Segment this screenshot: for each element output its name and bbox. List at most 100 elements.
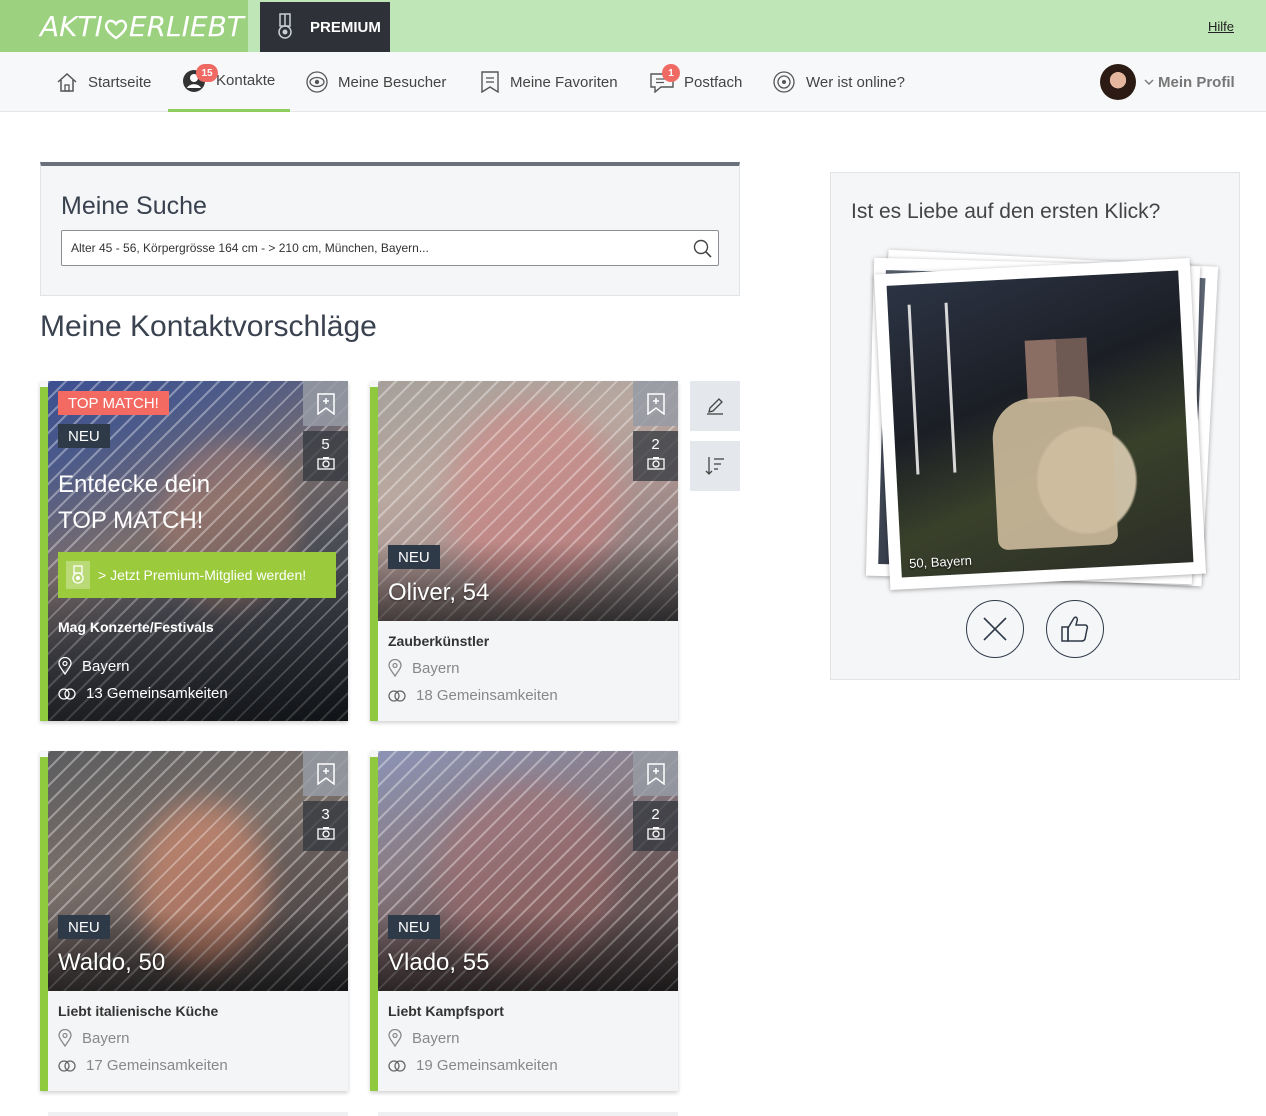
profile-photo[interactable]: 2 NEU Oliver, 54 [378, 381, 678, 621]
camera-icon [316, 827, 335, 840]
photo-count[interactable]: 5 [303, 431, 348, 481]
location-pin-icon [388, 659, 402, 677]
pixelated-face [1024, 337, 1090, 403]
location-row: Bayern [388, 1029, 668, 1047]
nav-item-kontakte[interactable]: Kontakte 15 [168, 52, 290, 112]
profile-menu[interactable]: Mein Profil [1100, 64, 1235, 100]
nav-item-online[interactable]: Wer ist online? [772, 52, 905, 112]
commonalities-row: 19 Gemeinsamkeiten [388, 1057, 668, 1074]
top-match-headline: Entdecke dein TOP MATCH! [58, 467, 210, 539]
like-button[interactable] [1046, 600, 1104, 658]
nav-label: Wer ist online? [806, 73, 905, 91]
avatar[interactable] [1100, 64, 1136, 100]
nav-item-favoriten[interactable]: Meine Favoriten [480, 52, 618, 112]
medal-icon [278, 13, 292, 39]
card-tagline: Zauberkünstler [388, 633, 490, 649]
card-info: Zauberkünstler Bayern 18 Gemeinsamkeiten [378, 621, 678, 721]
contact-card[interactable]: 2 NEU Vlado, 55 Liebt Kampfsport Bayern … [370, 751, 678, 1091]
premium-button[interactable]: PREMIUM [260, 2, 390, 52]
sort-icon [705, 457, 724, 475]
panel-title: Ist es Liebe auf den ersten Klick? [851, 200, 1161, 223]
next-card-edge [48, 1112, 348, 1116]
photo-count[interactable]: 2 [633, 431, 678, 481]
photo-count[interactable]: 3 [303, 801, 348, 851]
card-tagline: Mag Konzerte/Festivals [58, 619, 214, 635]
top-bar: AKTI ERLIEBT PREMIUM Hilfe [0, 0, 1266, 52]
top-match-card[interactable]: TOP MATCH! NEU 5 Entdecke dein TOP MATCH… [40, 381, 348, 721]
bookmark-add-icon [316, 762, 335, 785]
contact-name[interactable]: Waldo, 50 [58, 949, 165, 977]
photo-count[interactable]: 2 [633, 801, 678, 851]
online-icon [773, 71, 795, 93]
bookmark-add-icon [646, 762, 665, 785]
heart-logo-icon [104, 15, 128, 40]
location-pin-icon [58, 1029, 72, 1047]
notification-badge: 15 [196, 64, 218, 82]
search-icon[interactable] [693, 239, 713, 259]
profile-photo[interactable]: 3 NEU Waldo, 50 [48, 751, 348, 991]
nav-item-startseite[interactable]: Startseite [56, 52, 151, 112]
contact-card[interactable]: 3 NEU Waldo, 50 Liebt italienische Küche… [40, 751, 348, 1091]
commonalities-label: 17 Gemeinsamkeiten [86, 1057, 228, 1074]
new-badge: NEU [58, 424, 110, 448]
add-favorite-button[interactable] [633, 381, 678, 426]
location-label: Bayern [412, 659, 460, 677]
swipe-photo-card[interactable]: 50, Bayern [873, 257, 1207, 591]
nav-label: Kontakte [216, 72, 276, 89]
reject-button[interactable] [966, 600, 1024, 658]
location-label: Bayern [412, 1029, 460, 1047]
profile-photo[interactable]: TOP MATCH! NEU 5 Entdecke dein TOP MATCH… [48, 381, 348, 721]
card-accent [40, 757, 48, 1091]
location-pin-icon [388, 1029, 402, 1047]
help-link[interactable]: Hilfe [1208, 19, 1234, 34]
nav-label: Postfach [684, 73, 743, 91]
contact-card[interactable]: 2 NEU Oliver, 54 Zauberkünstler Bayern 1… [370, 381, 678, 721]
add-favorite-button[interactable] [633, 751, 678, 796]
card-info: Mag Konzerte/Festivals Bayern 13 Gemeins… [58, 619, 228, 702]
photo-count-value: 2 [651, 436, 660, 453]
sort-button[interactable] [690, 441, 740, 491]
premium-cta-button[interactable]: > Jetzt Premium-Mitglied werden! [58, 552, 336, 598]
main-nav: Startseite Kontakte 15 Meine Besucher Me… [0, 52, 1266, 112]
top-match-label: TOP MATCH! [58, 391, 169, 415]
search-input[interactable]: Alter 45 - 56, Körpergrösse 164 cm - > 2… [61, 230, 719, 266]
bookmark-add-icon [646, 392, 665, 415]
nav-item-postfach[interactable]: Postfach 1 [650, 52, 742, 112]
photo-count-value: 2 [651, 806, 660, 823]
new-badge: NEU [388, 545, 440, 569]
rings-icon [58, 687, 76, 700]
add-favorite-button[interactable] [303, 751, 348, 796]
camera-icon [316, 457, 335, 470]
headline-line: TOP MATCH! [58, 507, 204, 534]
thumbs-up-icon [1061, 616, 1089, 642]
location-row: Bayern [388, 659, 668, 677]
logo[interactable]: AKTI ERLIEBT [0, 0, 248, 52]
card-accent [370, 387, 378, 721]
home-icon [57, 72, 77, 92]
edit-search-button[interactable] [690, 381, 740, 431]
nav-item-besucher[interactable]: Meine Besucher [306, 52, 446, 112]
notification-badge: 1 [662, 64, 680, 82]
card-accent [40, 387, 48, 721]
location-pin-icon [58, 657, 72, 675]
card-tagline: Liebt italienische Küche [58, 1003, 219, 1019]
profile-label: Mein Profil [1158, 73, 1235, 91]
contact-name[interactable]: Vlado, 55 [388, 949, 489, 977]
commonalities-row: 18 Gemeinsamkeiten [388, 687, 668, 704]
headline-line: Entdecke dein [58, 471, 211, 498]
rings-icon [388, 689, 406, 702]
new-badge: NEU [388, 915, 440, 939]
new-badge: NEU [58, 915, 110, 939]
profile-photo[interactable]: 2 NEU Vlado, 55 [378, 751, 678, 991]
location-label: Bayern [82, 1029, 130, 1047]
contact-name[interactable]: Oliver, 54 [388, 579, 489, 607]
card-tagline: Liebt Kampfsport [388, 1003, 504, 1019]
nav-label: Startseite [88, 73, 152, 91]
add-favorite-button[interactable] [303, 381, 348, 426]
close-icon [983, 617, 1007, 641]
location-label: Bayern [82, 657, 130, 675]
photo-count-value: 5 [321, 436, 330, 453]
commonalities-label: 13 Gemeinsamkeiten [86, 685, 228, 702]
section-title: Meine Kontaktvorschläge [40, 310, 377, 343]
card-info: Liebt italienische Küche Bayern 17 Gemei… [48, 991, 348, 1091]
